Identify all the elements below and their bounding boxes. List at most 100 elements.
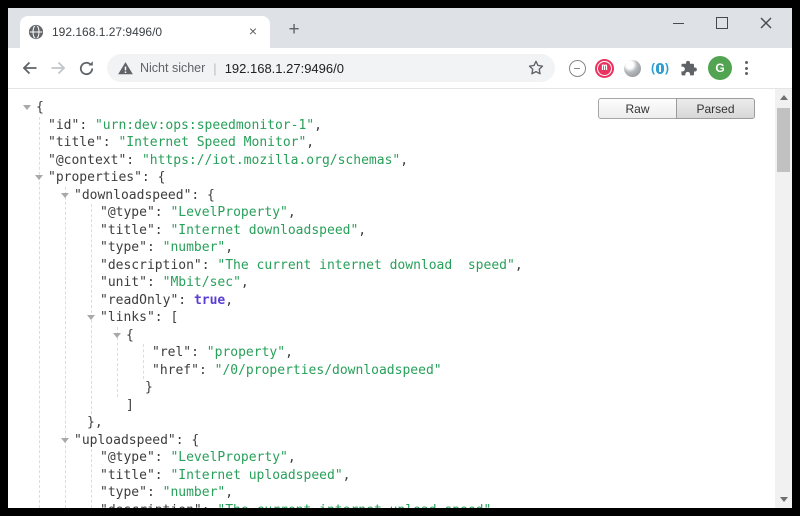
json-line: "title": "Internet downloadspeed", [8, 222, 775, 240]
json-line: "href": "/0/properties/downloadspeed" [8, 362, 775, 380]
json-line: "@type": "LevelProperty", [8, 204, 775, 222]
json-string: "urn:dev:ops:speedmonitor-1" [95, 118, 314, 133]
viewer-toggle-group: Raw Parsed [598, 98, 755, 119]
json-punctuation: : [199, 363, 215, 378]
json-key: "downloadspeed" [74, 188, 191, 203]
json-line: "links": [ [8, 309, 775, 327]
json-string: "The current internet download speed" [217, 258, 514, 273]
browser-menu-icon[interactable] [738, 56, 754, 80]
tab-title: 192.168.1.27:9496/0 [52, 25, 244, 39]
json-punctuation: , [285, 345, 293, 360]
json-string: "Internet downloadspeed" [170, 223, 358, 238]
json-line: "unit": "Mbit/sec", [8, 274, 775, 292]
json-line: "uploadspeed": { [8, 432, 775, 450]
json-punctuation: : [126, 153, 142, 168]
json-line: "type": "number", [8, 239, 775, 257]
sphere-icon[interactable] [622, 58, 642, 78]
globe-favicon-icon [28, 24, 44, 40]
security-label: Nicht sicher [140, 61, 205, 75]
collapse-toggle-icon[interactable] [61, 438, 69, 443]
address-bar[interactable]: Nicht sicher | 192.168.1.27:9496/0 [107, 54, 555, 82]
json-line: "@type": "LevelProperty", [8, 449, 775, 467]
json-punctuation: , [400, 153, 408, 168]
json-key: "@type" [100, 205, 155, 220]
vertical-scrollbar[interactable] [775, 89, 792, 508]
json-string: "Internet Speed Monitor" [118, 135, 306, 150]
collapse-toggle-icon[interactable] [113, 333, 121, 338]
parsed-button[interactable]: Parsed [676, 98, 755, 119]
json-punctuation: : [79, 118, 95, 133]
json-punctuation: : [191, 345, 207, 360]
json-punctuation: , [288, 205, 296, 220]
collapse-toggle-icon[interactable] [35, 175, 43, 180]
json-punctuation: , [241, 275, 249, 290]
json-key: "@context" [48, 153, 126, 168]
json-punctuation: { [36, 100, 44, 115]
json-string: "property" [207, 345, 285, 360]
json-line: "title": "Internet Speed Monitor", [8, 134, 775, 152]
bluetooth-signal-icon[interactable]: () [650, 58, 670, 78]
json-punctuation: : [155, 205, 171, 220]
json-line: "title": "Internet uploadspeed", [8, 467, 775, 485]
back-button[interactable] [16, 54, 44, 82]
collapse-toggle-icon[interactable] [23, 105, 31, 110]
profile-avatar[interactable]: G [708, 56, 732, 80]
json-punctuation: , [358, 223, 366, 238]
minimize-icon [673, 23, 684, 24]
json-punctuation: , [225, 240, 233, 255]
json-punctuation: : [155, 223, 171, 238]
json-punctuation: , [343, 468, 351, 483]
json-key: "title" [100, 468, 155, 483]
json-boolean: true [194, 293, 225, 308]
bookmark-star-icon[interactable] [527, 59, 545, 77]
json-punctuation: : [178, 293, 194, 308]
mozilla-iot-icon[interactable]: m [595, 59, 614, 78]
json-string: "Mbit/sec" [163, 275, 241, 290]
json-punctuation: ] [126, 398, 134, 413]
back-arrow-icon [20, 58, 40, 78]
json-key: "title" [100, 223, 155, 238]
json-punctuation: : [ [155, 310, 178, 325]
close-button[interactable] [744, 8, 788, 38]
json-punctuation: { [126, 328, 134, 343]
json-key: "properties" [48, 170, 142, 185]
maximize-button[interactable] [700, 8, 744, 38]
json-string: "number" [163, 240, 226, 255]
collapse-toggle-icon[interactable] [61, 193, 69, 198]
forward-button[interactable] [44, 54, 72, 82]
url-text: 192.168.1.27:9496/0 [225, 61, 527, 76]
tab-strip: 192.168.1.27:9496/0 × + [8, 8, 792, 48]
json-key: "unit" [100, 275, 147, 290]
json-punctuation: : [155, 468, 171, 483]
close-icon [760, 17, 772, 29]
json-punctuation: , [314, 118, 322, 133]
json-punctuation: , [288, 450, 296, 465]
browser-tab[interactable]: 192.168.1.27:9496/0 × [20, 16, 270, 48]
record-circle-icon[interactable] [567, 58, 587, 78]
new-tab-button[interactable]: + [280, 17, 308, 45]
json-key: "href" [152, 363, 199, 378]
minimize-button[interactable] [656, 8, 700, 38]
json-key: "@type" [100, 450, 155, 465]
collapse-toggle-icon[interactable] [87, 315, 95, 320]
forward-arrow-icon [48, 58, 68, 78]
puzzle-icon[interactable] [678, 58, 698, 78]
json-string: "number" [163, 485, 226, 500]
reload-button[interactable] [72, 54, 100, 82]
json-punctuation: , [306, 135, 314, 150]
json-line: "description": "The current internet upl… [8, 502, 775, 509]
json-line: "downloadspeed": { [8, 187, 775, 205]
json-line: "properties": { [8, 169, 775, 187]
tab-close-icon[interactable]: × [244, 23, 262, 41]
json-string: "Internet uploadspeed" [170, 468, 342, 483]
json-line: "id": "urn:dev:ops:speedmonitor-1", [8, 117, 775, 135]
json-string: "The current internet upload speed" [217, 503, 491, 509]
json-key: "description" [100, 258, 202, 273]
scrollbar-thumb[interactable] [777, 108, 790, 172]
json-punctuation: , [225, 485, 233, 500]
scroll-up-icon[interactable] [780, 95, 788, 100]
raw-button[interactable]: Raw [598, 98, 677, 119]
json-line: "rel": "property", [8, 344, 775, 362]
json-string: "https://iot.mozilla.org/schemas" [142, 153, 400, 168]
scroll-down-icon[interactable] [780, 497, 788, 502]
